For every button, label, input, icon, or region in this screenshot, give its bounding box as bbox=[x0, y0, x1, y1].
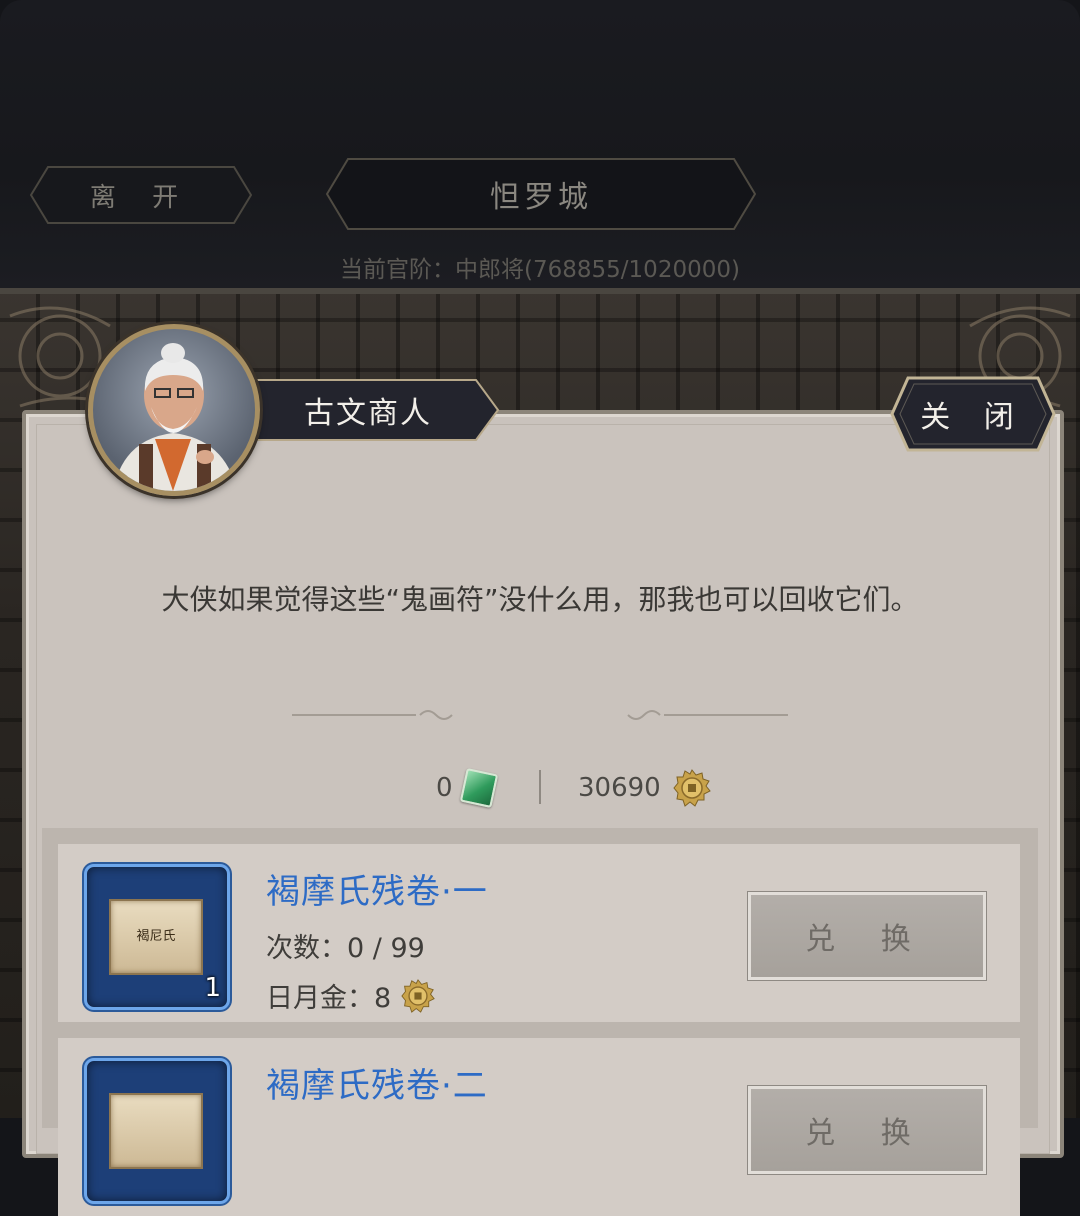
scroll-item-icon[interactable]: 褐尼氏 1 bbox=[84, 864, 230, 1010]
scroll-item-icon[interactable] bbox=[84, 1058, 230, 1204]
gold-currency: 30690 bbox=[578, 768, 711, 808]
merchant-dialog-text: 大侠如果觉得这些“鬼画符”没什么用，那我也可以回收它们。 bbox=[161, 583, 919, 616]
close-button[interactable]: 关 闭 bbox=[890, 374, 1056, 454]
merchant-name: 古文商人 bbox=[304, 396, 432, 431]
old-scholar-portrait-icon bbox=[113, 343, 237, 491]
merchant-avatar bbox=[88, 324, 260, 496]
top-bar bbox=[0, 0, 1080, 288]
jade-currency: 0 bbox=[436, 768, 498, 808]
exchange-count: 次数：0 / 99 bbox=[266, 933, 425, 964]
decorative-divider bbox=[292, 710, 788, 720]
jade-amount: 0 bbox=[436, 773, 453, 803]
official-rank-text: 当前官阶：中郎将(768855/1020000) bbox=[340, 257, 740, 283]
exchange-button[interactable]: 兑 换 bbox=[748, 1086, 986, 1174]
list-item: 褐尼氏 1 褐摩氏残卷·一 次数：0 / 99 日月金：8 兑 换 bbox=[58, 844, 1020, 1022]
exchange-button[interactable]: 兑 换 bbox=[748, 892, 986, 980]
city-title: 怛罗城 bbox=[326, 158, 756, 230]
city-name: 怛罗城 bbox=[490, 180, 592, 215]
item-price-label: 日月金：8 bbox=[266, 983, 392, 1014]
item-title: 褐摩氏残卷·二 bbox=[266, 1066, 488, 1106]
close-button-label: 关 闭 bbox=[920, 400, 1026, 435]
merchant-name-plate: 古文商人 bbox=[236, 376, 500, 444]
item-quantity: 1 bbox=[204, 973, 221, 1003]
gold-coin-icon bbox=[673, 769, 711, 807]
item-price: 日月金：8 bbox=[266, 976, 435, 1015]
currency-separator bbox=[539, 770, 541, 804]
scroll-paper-icon bbox=[109, 1093, 203, 1169]
leave-button[interactable]: 离 开 bbox=[30, 166, 252, 224]
list-item: 褐摩氏残卷·二 兑 换 bbox=[58, 1038, 1020, 1216]
jade-icon bbox=[459, 768, 498, 808]
gold-amount: 30690 bbox=[578, 773, 661, 803]
item-title: 褐摩氏残卷·一 bbox=[266, 872, 488, 912]
leave-button-label: 离 开 bbox=[89, 182, 193, 213]
scroll-paper-icon: 褐尼氏 bbox=[109, 899, 203, 975]
scene-top-border bbox=[0, 288, 1080, 294]
gold-coin-icon bbox=[401, 978, 435, 1013]
exchange-item-list[interactable]: 褐尼氏 1 褐摩氏残卷·一 次数：0 / 99 日月金：8 兑 换 褐摩氏残卷·… bbox=[42, 828, 1038, 1216]
